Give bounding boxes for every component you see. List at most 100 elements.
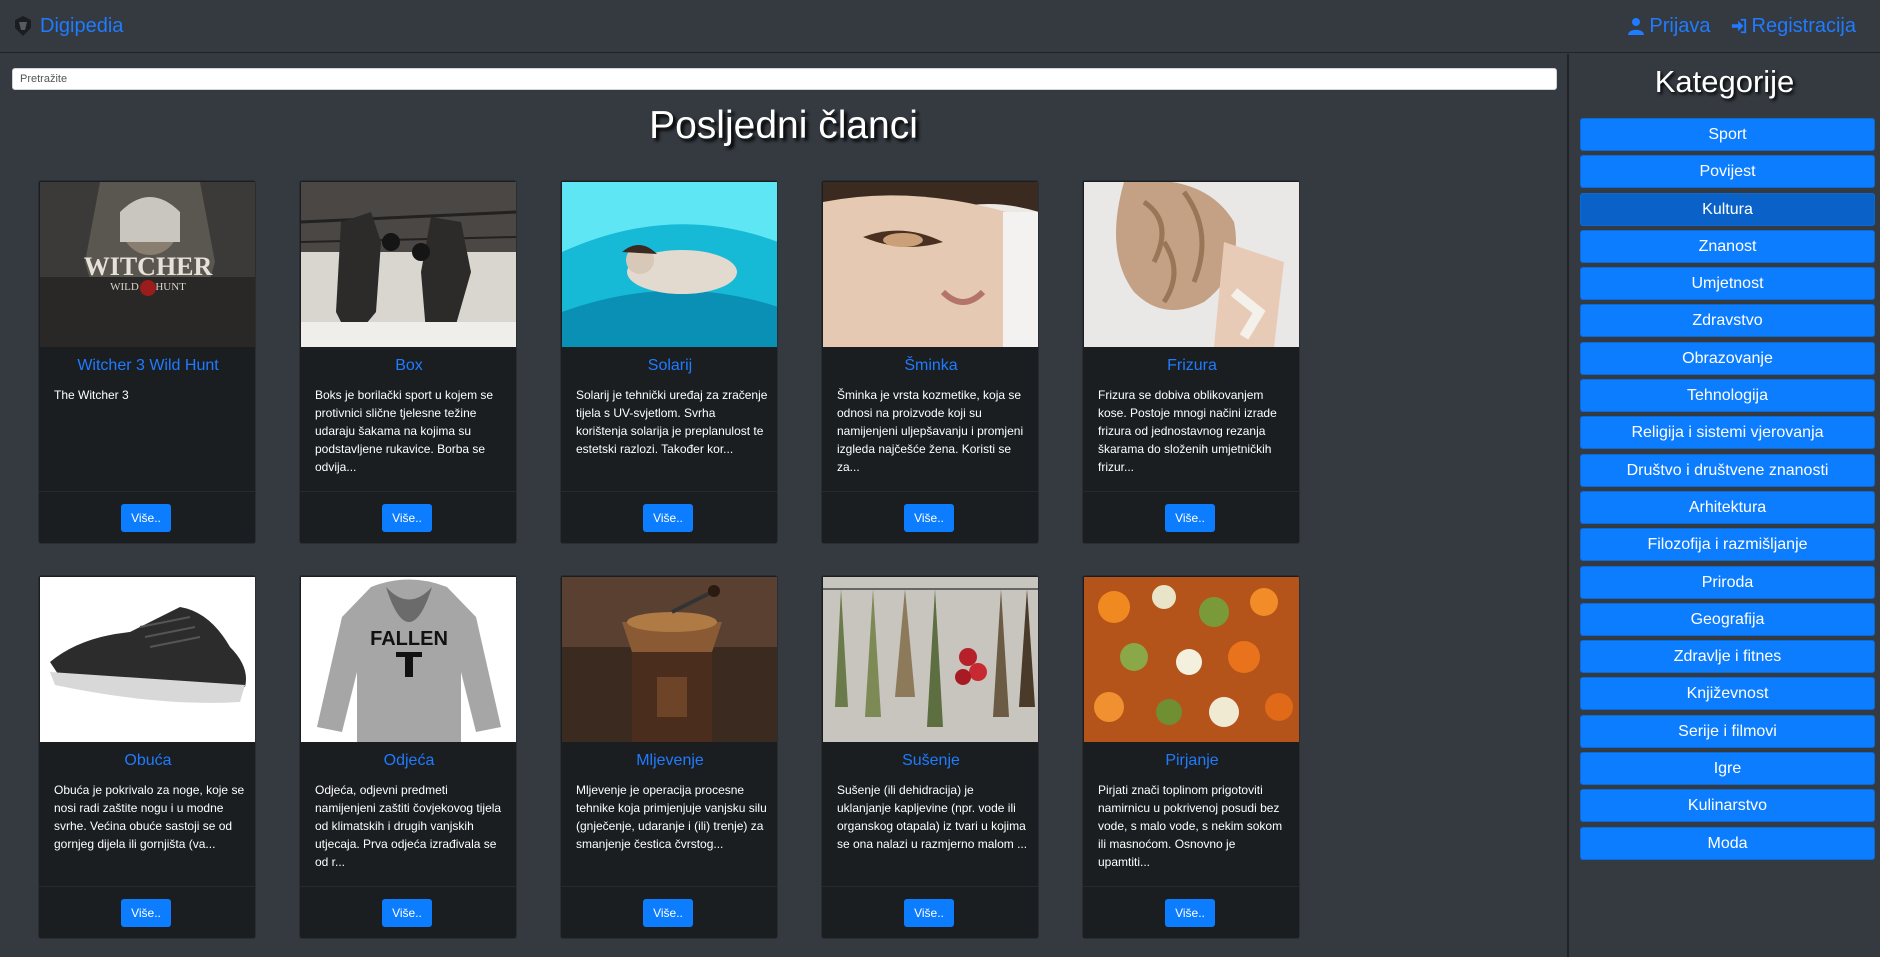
category-kultura[interactable]: Kultura bbox=[1580, 192, 1875, 226]
category-priroda[interactable]: Priroda bbox=[1580, 565, 1875, 599]
article-card: Pirjanje Pirjati znači toplinom prigotov… bbox=[1082, 575, 1300, 939]
more-button[interactable]: Više.. bbox=[121, 899, 171, 927]
category-moda[interactable]: Moda bbox=[1580, 826, 1875, 860]
main-content: Posljedni članci WITCHER WILD III HUNT W… bbox=[0, 54, 1567, 957]
article-title[interactable]: Mljevenje bbox=[561, 752, 777, 770]
article-card: Sušenje Sušenje (ili dehidracija) je ukl… bbox=[821, 575, 1039, 939]
nav-right: Prijava Registracija bbox=[1628, 13, 1856, 39]
category-umjetnost[interactable]: Umjetnost bbox=[1580, 267, 1875, 301]
sign-in-icon bbox=[1731, 18, 1746, 34]
article-excerpt: Obuća je pokrivalo za noge, koje se nosi… bbox=[54, 783, 245, 851]
article-excerpt: Solarij je tehnički uređaj za zračenje t… bbox=[576, 388, 768, 456]
article-card: Obuća Obuća je pokrivalo za noge, koje s… bbox=[38, 575, 256, 939]
category-arhitektura[interactable]: Arhitektura bbox=[1580, 490, 1875, 524]
category-sport[interactable]: Sport bbox=[1580, 118, 1875, 151]
article-excerpt: Mljevenje je operacija procesne tehnike … bbox=[576, 783, 767, 851]
article-image-hairstyle[interactable] bbox=[1084, 182, 1299, 347]
card-divider bbox=[39, 491, 255, 492]
svg-text:WITCHER: WITCHER bbox=[84, 252, 213, 281]
more-button[interactable]: Više.. bbox=[121, 504, 171, 532]
article-excerpt: Sušenje (ili dehidracija) je uklanjanje … bbox=[837, 783, 1028, 851]
category-drustvo[interactable]: Društvo i društvene znanosti bbox=[1580, 453, 1875, 487]
article-card: Solarij Solarij je tehnički uređaj za zr… bbox=[560, 180, 778, 544]
category-zdravstvo[interactable]: Zdravstvo bbox=[1580, 304, 1875, 338]
more-button[interactable]: Više.. bbox=[904, 899, 954, 927]
svg-text:FALLEN: FALLEN bbox=[370, 628, 448, 650]
register-link[interactable]: Registracija bbox=[1731, 15, 1856, 38]
card-divider bbox=[300, 491, 516, 492]
more-button[interactable]: Više.. bbox=[382, 504, 432, 532]
article-title[interactable]: Solarij bbox=[561, 357, 777, 375]
article-title[interactable]: Pirjanje bbox=[1083, 752, 1299, 770]
top-navbar: Digipedia Prijava Registracija bbox=[0, 0, 1880, 53]
category-geografija[interactable]: Geografija bbox=[1580, 602, 1875, 636]
article-title[interactable]: Šminka bbox=[822, 357, 1038, 375]
category-kulinarstvo[interactable]: Kulinarstvo bbox=[1580, 789, 1875, 823]
categories-sidebar: Kategorije Sport Povijest Kultura Znanos… bbox=[1567, 54, 1880, 957]
article-excerpt: The Witcher 3 bbox=[54, 388, 129, 402]
brand-name: Digipedia bbox=[40, 14, 124, 37]
category-tehnologija[interactable]: Tehnologija bbox=[1580, 379, 1875, 413]
article-image-vegetables[interactable] bbox=[1084, 577, 1299, 742]
article-card: Mljevenje Mljevenje je operacija procesn… bbox=[560, 575, 778, 939]
article-card: Šminka Šminka je vrsta kozmetike, koja s… bbox=[821, 180, 1039, 544]
card-divider bbox=[822, 886, 1038, 887]
articles-grid: WITCHER WILD III HUNT Witcher 3 Wild Hun… bbox=[38, 180, 1300, 939]
card-divider bbox=[300, 886, 516, 887]
more-button[interactable]: Više.. bbox=[643, 504, 693, 532]
article-image-makeup[interactable] bbox=[823, 182, 1038, 347]
search-input[interactable] bbox=[12, 68, 1557, 90]
more-button[interactable]: Više.. bbox=[643, 899, 693, 927]
article-image-shoe[interactable] bbox=[40, 577, 255, 742]
article-image-hoodie[interactable]: FALLEN bbox=[301, 577, 516, 742]
more-button[interactable]: Više.. bbox=[1165, 504, 1215, 532]
card-divider bbox=[1083, 491, 1299, 492]
category-zdravlje-fitnes[interactable]: Zdravlje i fitnes bbox=[1580, 640, 1875, 674]
article-excerpt: Odjeća, odjevni predmeti namijenjeni zaš… bbox=[315, 783, 502, 869]
article-excerpt: Pirjati znači toplinom prigotoviti namir… bbox=[1098, 783, 1283, 869]
article-image-witcher[interactable]: WITCHER WILD III HUNT bbox=[40, 182, 255, 347]
article-excerpt: Boks je borilački sport u kojem se proti… bbox=[315, 388, 494, 474]
category-povijest[interactable]: Povijest bbox=[1580, 155, 1875, 189]
article-title[interactable]: Sušenje bbox=[822, 752, 1038, 770]
category-igre[interactable]: Igre bbox=[1580, 752, 1875, 786]
article-card: FALLEN Odjeća Odjeća, odjevni predmeti n… bbox=[299, 575, 517, 939]
logo-icon bbox=[15, 16, 31, 36]
category-list: Sport Povijest Kultura Znanost Umjetnost… bbox=[1580, 118, 1875, 864]
sidebar-title: Kategorije bbox=[1654, 64, 1795, 99]
category-znanost[interactable]: Znanost bbox=[1580, 229, 1875, 263]
article-title[interactable]: Obuća bbox=[39, 752, 255, 770]
article-card: Box Boks je borilački sport u kojem se p… bbox=[299, 180, 517, 544]
user-icon bbox=[1628, 18, 1645, 35]
card-divider bbox=[39, 886, 255, 887]
article-image-grinder[interactable] bbox=[562, 577, 777, 742]
article-card: WITCHER WILD III HUNT Witcher 3 Wild Hun… bbox=[38, 180, 256, 544]
brand-link[interactable]: Digipedia bbox=[12, 13, 123, 39]
more-button[interactable]: Više.. bbox=[1165, 899, 1215, 927]
card-divider bbox=[1083, 886, 1299, 887]
article-title[interactable]: Box bbox=[300, 357, 516, 375]
more-button[interactable]: Više.. bbox=[904, 504, 954, 532]
article-card: Frizura Frizura se dobiva oblikovanjem k… bbox=[1082, 180, 1300, 544]
article-image-solarium[interactable] bbox=[562, 182, 777, 347]
category-serije-filmovi[interactable]: Serije i filmovi bbox=[1580, 714, 1875, 748]
article-title[interactable]: Odjeća bbox=[300, 752, 516, 770]
category-obrazovanje[interactable]: Obrazovanje bbox=[1580, 341, 1875, 375]
category-religija[interactable]: Religija i sistemi vjerovanja bbox=[1580, 416, 1875, 450]
article-title[interactable]: Frizura bbox=[1083, 357, 1299, 375]
card-divider bbox=[561, 491, 777, 492]
login-label: Prijava bbox=[1649, 14, 1711, 37]
category-filozofija[interactable]: Filozofija i razmišljanje bbox=[1580, 528, 1875, 562]
register-label: Registracija bbox=[1751, 14, 1856, 37]
article-image-drying-herbs[interactable] bbox=[823, 577, 1038, 742]
article-excerpt: Frizura se dobiva oblikovanjem kose. Pos… bbox=[1098, 388, 1277, 474]
card-divider bbox=[822, 491, 1038, 492]
article-title[interactable]: Witcher 3 Wild Hunt bbox=[39, 357, 255, 375]
category-knjizevnost[interactable]: Književnost bbox=[1580, 677, 1875, 711]
login-link[interactable]: Prijava bbox=[1628, 14, 1711, 38]
page-title: Posljedni članci bbox=[649, 104, 918, 147]
more-button[interactable]: Više.. bbox=[382, 899, 432, 927]
article-excerpt: Šminka je vrsta kozmetike, koja se odnos… bbox=[837, 388, 1024, 474]
article-image-boxing[interactable] bbox=[301, 182, 516, 347]
card-divider bbox=[561, 886, 777, 887]
